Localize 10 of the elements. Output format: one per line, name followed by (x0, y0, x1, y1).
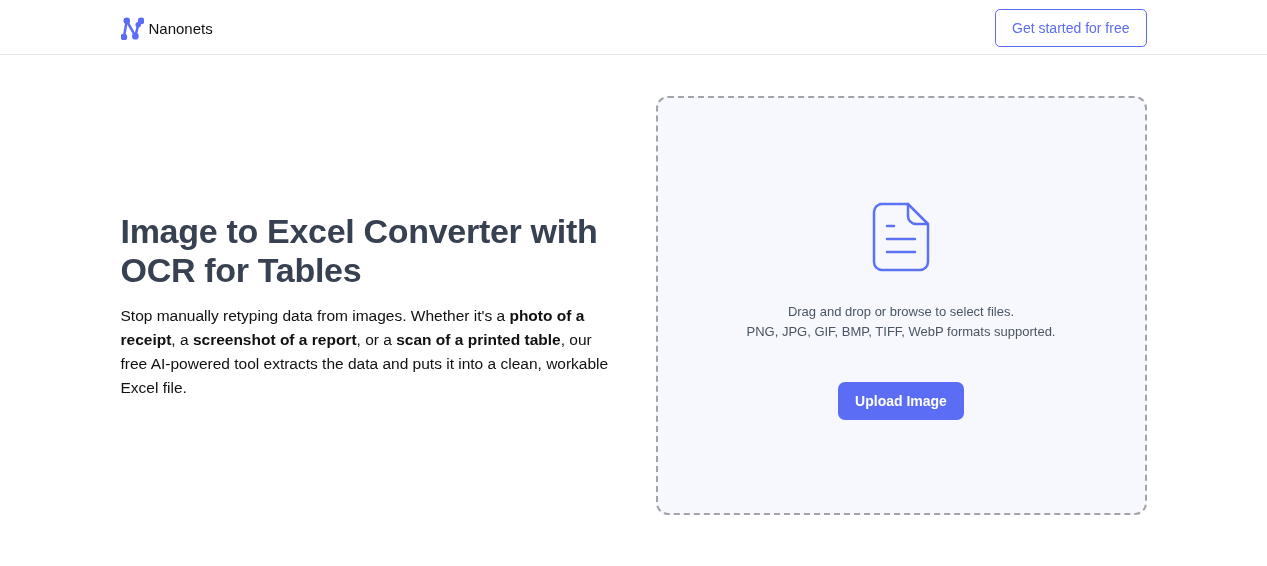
upload-image-button[interactable]: Upload Image (838, 382, 964, 420)
page-title: Image to Excel Converter with OCR for Tables (120, 211, 599, 290)
supported-formats: PNG, JPG, GIF, BMP, TIFF, WebP formats supported. (746, 323, 1056, 341)
description-text: Stop manually retyping data from images. Whether it's a photo of a receipt, a screenshot of a report, or a scan of a printed table, our free AI-powered tool extracts the data and puts it into a clean, workable Excel file. (120, 305, 610, 398)
document-icon (872, 202, 930, 272)
upload-instructions: Drag and drop or browse to select files. (787, 303, 1015, 321)
get-started-button[interactable]: Get started for free (995, 9, 1147, 47)
brand-name: Nanonets (148, 19, 213, 37)
upload-dropzone[interactable]: Drag and drop or browse to select files. PNG, JPG, GIF, BMP, TIFF, WebP formats supported. Upload Image (655, 96, 1147, 515)
logo-icon (120, 16, 144, 40)
